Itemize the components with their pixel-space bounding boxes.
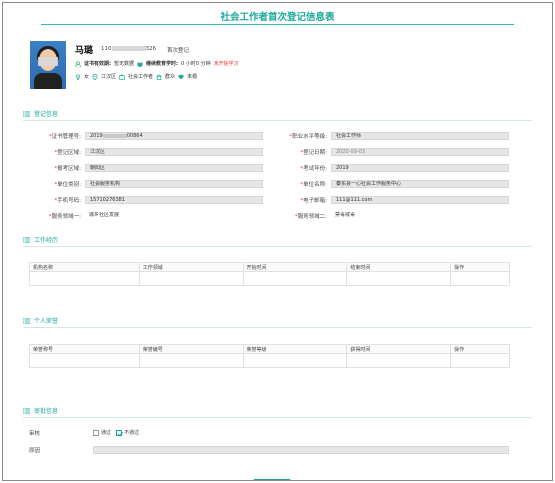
review-label: 审核 bbox=[29, 431, 41, 437]
id-mask bbox=[111, 46, 146, 51]
location-icon bbox=[92, 73, 98, 80]
building-icon bbox=[156, 73, 162, 80]
profile-photo bbox=[30, 41, 66, 89]
profile-tags-row: 女 江汉区 社会工作者 群众 未婚 bbox=[75, 73, 197, 80]
field-phone: *手机号码: 15710276381 bbox=[23, 196, 263, 204]
field-register-district: *登记区域: 江汉区 bbox=[23, 148, 263, 156]
page-title: 社会工作者首次登记信息表 bbox=[220, 12, 335, 23]
reject-checkbox[interactable]: 不通过 bbox=[116, 429, 139, 436]
reason-input[interactable] bbox=[93, 446, 509, 454]
reason-label: 原因 bbox=[29, 448, 41, 454]
field-service-area-1: *服务领域一: 城乡社区发展 bbox=[48, 212, 120, 220]
honors-table: 荣誉称号 荣誉编号 荣誉等级 获得时间 操作 bbox=[29, 344, 510, 368]
work-history-table: 机构名称 工作领域 开始时间 结束时间 操作 bbox=[29, 262, 510, 286]
checkbox-box-checked bbox=[116, 429, 122, 436]
list-icon bbox=[23, 317, 30, 324]
briefcase-icon bbox=[119, 74, 125, 80]
cert-value: 暂无数据 bbox=[114, 61, 135, 67]
section-work-header: 工作经历 bbox=[23, 235, 58, 244]
field-org-name: *单位名称: 秦东县一心社会工作服务中心 bbox=[269, 180, 509, 188]
field-email: *电子邮箱: 111@111.com bbox=[269, 196, 509, 204]
profile-stats-row: 证书有效期: 暂无数据 继续教育学时: 0 小时0 分钟 未开始学习 bbox=[75, 60, 239, 67]
field-exam-year: *考试年份: 2019 bbox=[269, 164, 509, 172]
field-level: *职业水平等级: 社会工作师 bbox=[269, 132, 509, 140]
heart-icon bbox=[178, 74, 184, 79]
profile-name: 马璐 bbox=[75, 46, 94, 56]
section-audit-header: 审批信息 bbox=[23, 406, 58, 415]
checkbox-box bbox=[93, 429, 99, 436]
field-org-type: *单位类别: 社会服务机构 bbox=[23, 180, 263, 188]
table-row bbox=[29, 271, 510, 286]
section-honors-header: 个人荣誉 bbox=[23, 316, 58, 325]
form-frame: 社会工作者首次登记信息表 马璐 110 326 首次登记 证书有效期: 暂无数据 … bbox=[2, 2, 553, 481]
submit-audit-button[interactable]: 审核 bbox=[253, 479, 291, 480]
book-icon bbox=[137, 61, 143, 67]
registration-type-tag: 首次登记 bbox=[167, 48, 190, 54]
table-row bbox=[29, 353, 510, 368]
user-icon bbox=[75, 60, 81, 67]
pass-checkbox[interactable]: 通过 bbox=[93, 429, 111, 436]
field-cert-number: *证书管理号: 2019 00864 bbox=[23, 132, 263, 140]
edu-status: 未开始学习 bbox=[213, 61, 239, 67]
gender-icon bbox=[76, 74, 80, 80]
edu-hours: 0 小时0 分钟 bbox=[181, 61, 211, 67]
title-divider bbox=[41, 24, 514, 25]
list-icon bbox=[23, 236, 30, 243]
field-service-area-2: *服务领域二: 禁毒戒毒 bbox=[294, 212, 356, 220]
field-exam-district: *报考区域: 朝阳区 bbox=[23, 164, 263, 172]
list-icon bbox=[23, 407, 30, 414]
list-icon bbox=[23, 110, 30, 117]
field-register-date: *登记日期: 2020-09-03 bbox=[269, 148, 509, 156]
section-registration-header: 登记信息 bbox=[23, 109, 58, 118]
profile-id: 110 326 bbox=[101, 46, 156, 52]
